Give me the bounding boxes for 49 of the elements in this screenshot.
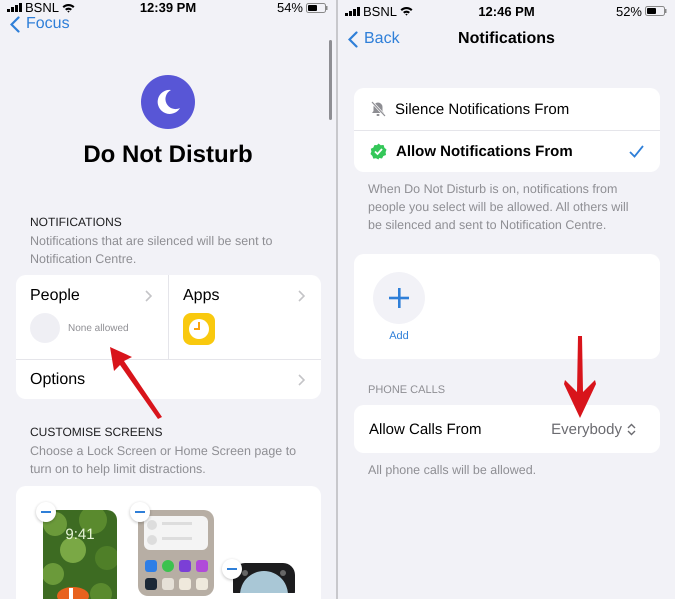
battery-percent: 52% bbox=[616, 4, 642, 18]
home-screen-thumbnail[interactable] bbox=[138, 510, 214, 596]
minus-icon bbox=[227, 568, 237, 570]
minus-icon bbox=[41, 511, 51, 513]
bell-slash-icon bbox=[370, 101, 386, 117]
nav-title: Notifications bbox=[458, 30, 555, 48]
remove-button[interactable] bbox=[222, 559, 242, 579]
wifi-icon bbox=[62, 2, 75, 12]
mode-option[interactable]: Allow Notifications From bbox=[354, 130, 660, 172]
chevron-left-icon bbox=[348, 30, 358, 48]
section-header: PHONE CALLS bbox=[367, 384, 446, 396]
mode-option[interactable]: Silence Notifications From bbox=[354, 88, 660, 130]
battery-percent: 54% bbox=[276, 0, 303, 15]
plus-icon bbox=[389, 288, 409, 308]
checkmark-icon bbox=[629, 145, 644, 158]
allow-calls-row[interactable]: Allow Calls From Everybody bbox=[354, 405, 660, 453]
section-footer: All phone calls will be allowed. bbox=[338, 453, 675, 479]
signal-icon bbox=[345, 6, 360, 16]
carrier-name: BSNL bbox=[363, 4, 397, 18]
battery-icon bbox=[645, 6, 667, 16]
carrier-name: BSNL bbox=[25, 0, 59, 15]
chevron-left-icon bbox=[10, 16, 20, 32]
people-status: None allowed bbox=[68, 322, 129, 334]
back-button[interactable]: Back bbox=[338, 30, 400, 48]
section-description: Choose a Lock Screen or Home Screen page to turn on to help limit distractions. bbox=[29, 443, 298, 478]
lock-screen-time: 9:41 bbox=[64, 526, 96, 543]
focus-title: Do Not Disturb bbox=[83, 141, 253, 169]
minus-icon bbox=[135, 511, 145, 513]
section-description: Notifications that are silenced will be sent to Notification Centre. bbox=[29, 233, 274, 268]
moon-icon bbox=[141, 75, 195, 129]
status-time: 12:46 PM bbox=[478, 4, 535, 18]
clock-app-icon bbox=[183, 313, 215, 345]
watch-face-thumbnail[interactable] bbox=[233, 563, 295, 593]
section-footer: When Do Not Disturb is on, notifications from people you select will be allowed. All others will be silenced and sent to Notification Centre. bbox=[338, 172, 675, 234]
battery-icon bbox=[306, 2, 328, 12]
up-down-chevron-icon bbox=[627, 422, 636, 436]
chevron-right-icon bbox=[145, 290, 152, 302]
wifi-icon bbox=[400, 6, 413, 16]
apps-tile[interactable]: Apps bbox=[168, 275, 321, 359]
status-time: 12:39 PM bbox=[140, 0, 196, 15]
options-row[interactable]: Options bbox=[16, 360, 321, 399]
chevron-right-icon bbox=[298, 374, 305, 386]
section-header: NOTIFICATIONS bbox=[29, 215, 123, 229]
lock-screen-preview[interactable]: 9:41 bbox=[43, 510, 117, 599]
section-header: CUSTOMISE SCREENS bbox=[29, 425, 164, 439]
back-button[interactable]: Focus bbox=[0, 15, 70, 33]
signal-icon bbox=[7, 3, 22, 12]
chevron-right-icon bbox=[298, 290, 305, 302]
check-badge-icon bbox=[370, 143, 387, 160]
